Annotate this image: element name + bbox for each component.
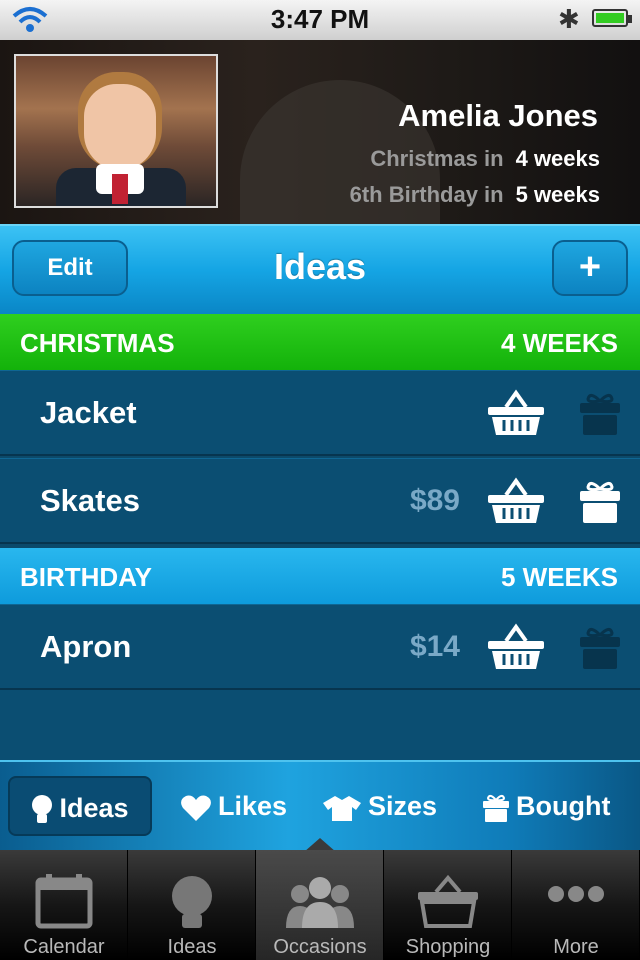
occasion-countdown: 6th Birthday in 5 weeks [350, 182, 600, 208]
segment-label: Bought [516, 791, 611, 821]
occasion-label: 6th Birthday in [349, 182, 504, 207]
item-price: $89 [409, 484, 460, 517]
lightbulb-icon [32, 794, 53, 823]
profile-name: Amelia Jones [398, 98, 598, 133]
segment-label: Ideas [59, 793, 129, 823]
section-countdown: 5 WEEKS [500, 562, 618, 592]
basket-icon[interactable] [486, 389, 546, 439]
item-title: Jacket [40, 395, 137, 430]
shirt-icon [323, 795, 361, 821]
tab-label: Calendar [23, 936, 105, 958]
item-title: Skates [40, 483, 140, 518]
lightbulb-icon [172, 876, 212, 928]
tab-label: Ideas [167, 936, 217, 958]
profile-photo[interactable] [14, 54, 218, 208]
section-countdown: 4 WEEKS [500, 328, 618, 358]
page-title: Ideas [273, 246, 367, 287]
tab-occasions[interactable]: Occasions [256, 850, 384, 960]
profile-header: Amelia Jones Christmas in 4 weeks 6th Bir… [0, 40, 640, 224]
basket-icon[interactable] [486, 477, 546, 527]
basket-icon[interactable] [486, 623, 546, 673]
item-price: $14 [409, 630, 460, 663]
more-dots-icon [548, 886, 604, 902]
segment-ideas[interactable]: Ideas [8, 776, 152, 836]
gift-icon[interactable] [578, 625, 622, 671]
tab-label: More [553, 936, 599, 958]
add-idea-button[interactable]: + [552, 240, 628, 296]
bluetooth-icon: ✱ [558, 4, 580, 34]
segment-label: Sizes [368, 791, 438, 821]
occasion-label: Christmas in [370, 146, 504, 171]
gift-icon [483, 794, 509, 822]
gift-icon[interactable] [578, 479, 622, 525]
section-header-christmas: CHRISTMAS 4 WEEKS [0, 314, 640, 370]
segment-label: Likes [218, 791, 288, 821]
gift-icon[interactable] [578, 391, 622, 437]
list-empty-area [0, 690, 640, 760]
nav-bar: Edit Ideas + [0, 224, 640, 314]
tab-calendar[interactable]: Calendar [0, 850, 128, 960]
segment-likes[interactable]: Likes [180, 776, 287, 836]
heart-icon [181, 795, 211, 821]
list-item[interactable]: Skates $89 [0, 458, 640, 544]
list-item[interactable]: Apron $14 [0, 604, 640, 690]
calendar-icon [35, 874, 93, 929]
section-header-birthday: BIRTHDAY 5 WEEKS [0, 548, 640, 604]
basket-icon [418, 874, 478, 928]
tab-bar: Calendar Ideas Occasions Shopping More [0, 850, 640, 960]
status-time: 3:47 PM [270, 4, 370, 34]
list-item[interactable]: Jacket [0, 370, 640, 456]
occasion-countdown: Christmas in 4 weeks [370, 146, 600, 172]
occasion-value: 4 weeks [515, 146, 600, 171]
segment-sizes[interactable]: Sizes [322, 776, 437, 836]
section-name: BIRTHDAY [20, 562, 152, 592]
tab-more[interactable]: More [512, 850, 640, 960]
battery-icon [592, 9, 632, 27]
segment-bought[interactable]: Bought [482, 776, 610, 836]
people-icon [286, 877, 354, 928]
item-title: Apron [40, 629, 132, 664]
tab-label: Occasions [273, 936, 367, 958]
occasion-value: 5 weeks [515, 182, 600, 207]
tab-shopping[interactable]: Shopping [384, 850, 512, 960]
tab-ideas[interactable]: Ideas [128, 850, 256, 960]
tab-label: Shopping [405, 936, 491, 958]
status-bar: 3:47 PM ✱ [0, 0, 640, 41]
section-name: CHRISTMAS [20, 328, 175, 358]
